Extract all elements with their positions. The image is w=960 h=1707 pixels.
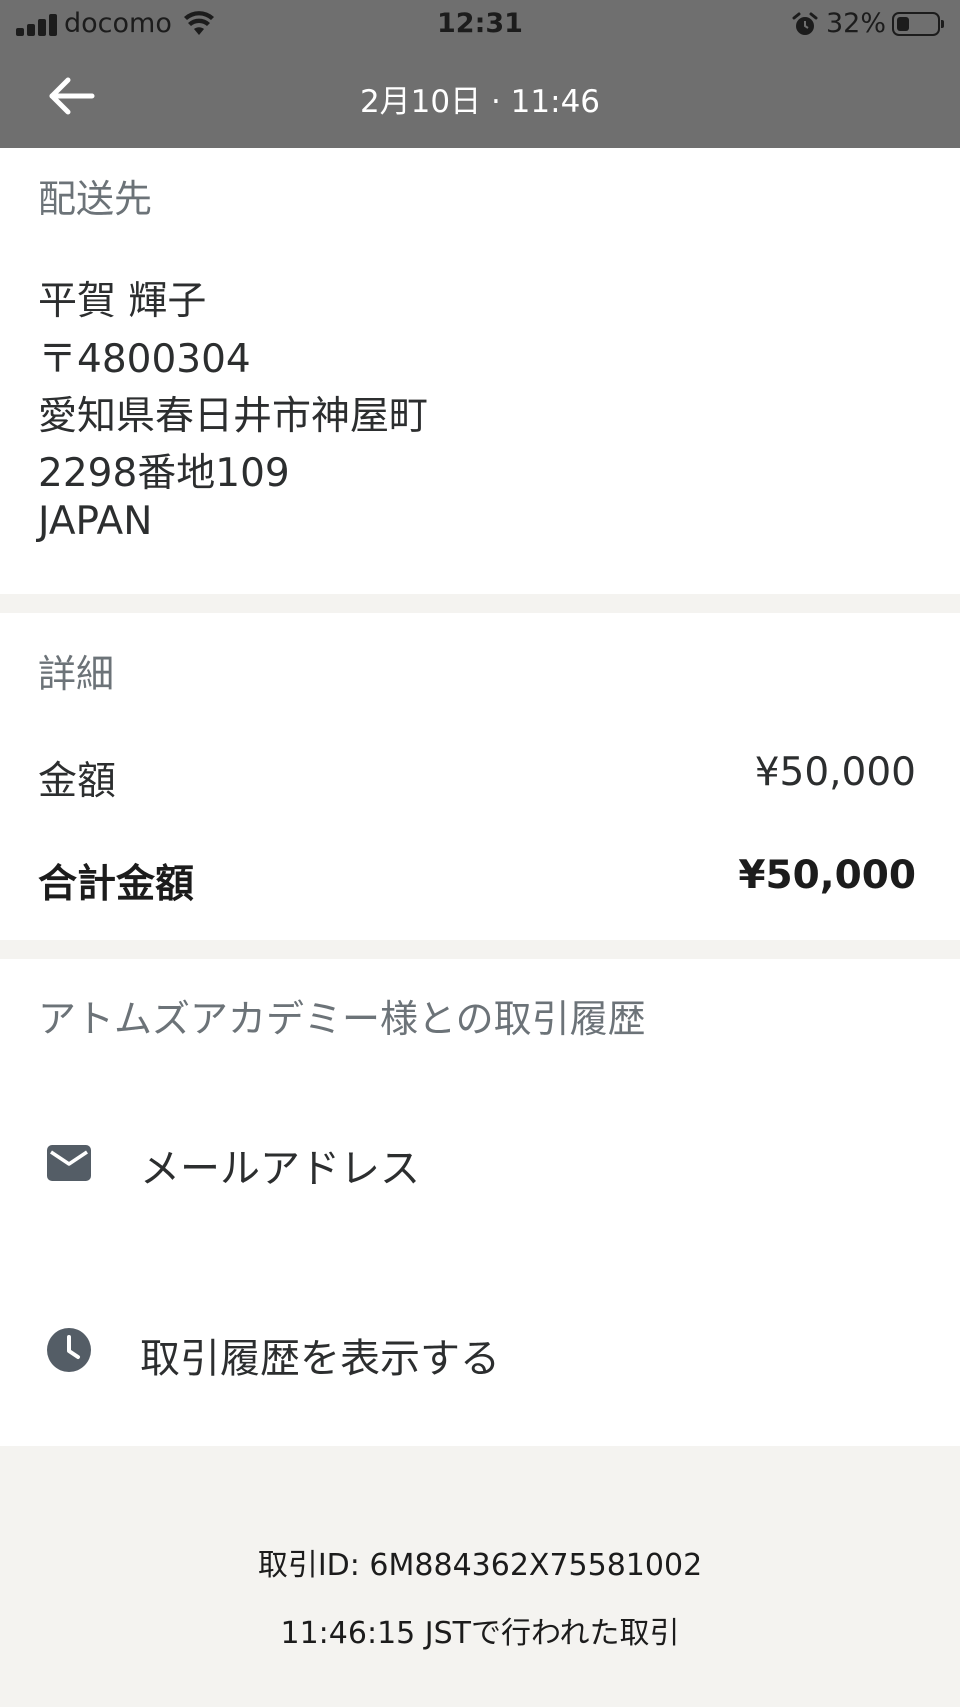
address-country: JAPAN xyxy=(38,499,153,544)
address-line-2: 2298番地109 xyxy=(38,451,290,496)
top-bar: docomo 12:31 32% 2月10日 · 11:46 xyxy=(0,0,960,148)
total-label: 合計金額 xyxy=(38,862,195,907)
email-address-item[interactable]: メールアドレス xyxy=(0,1094,960,1234)
battery-level-fill xyxy=(897,17,909,31)
alarm-icon xyxy=(792,12,818,35)
amount-label: 金額 xyxy=(38,759,117,804)
history-label: アトムズアカデミー様との取引履歴 xyxy=(38,997,646,1041)
details-label: 詳細 xyxy=(38,652,115,696)
view-history-item[interactable]: 取引履歴を表示する xyxy=(0,1285,960,1425)
shipping-card: 配送先 平賀 輝子 〒4800304 愛知県春日井市神屋町 2298番地109 … xyxy=(0,148,960,594)
status-bar: docomo 12:31 32% xyxy=(0,0,960,50)
history-card: アトムズアカデミー様との取引履歴 メールアドレス 取引履歴を表示する xyxy=(0,959,960,1446)
shipping-label: 配送先 xyxy=(38,177,153,221)
email-address-label: メールアドレス xyxy=(140,1146,420,1192)
page-title: 2月10日 · 11:46 xyxy=(359,84,601,120)
address-line-1: 愛知県春日井市神屋町 xyxy=(38,394,429,439)
details-card: 詳細 金額 ¥50,000 合計金額 ¥50,000 xyxy=(0,613,960,940)
view-history-label: 取引履歴を表示する xyxy=(140,1336,500,1382)
transaction-time-note: 11:46:15 JSTで行われた取引 xyxy=(280,1616,680,1651)
battery-percent: 32% xyxy=(826,8,887,39)
clock-icon xyxy=(47,1328,91,1372)
recipient-name: 平賀 輝子 xyxy=(38,279,207,324)
mail-icon xyxy=(47,1145,91,1181)
total-value: ¥50,000 xyxy=(738,853,916,898)
amount-value: ¥50,000 xyxy=(754,750,916,795)
postal-code: 〒4800304 xyxy=(38,337,251,382)
battery-icon xyxy=(892,12,944,36)
transaction-id: 取引ID: 6M884362X75581002 xyxy=(257,1548,703,1583)
